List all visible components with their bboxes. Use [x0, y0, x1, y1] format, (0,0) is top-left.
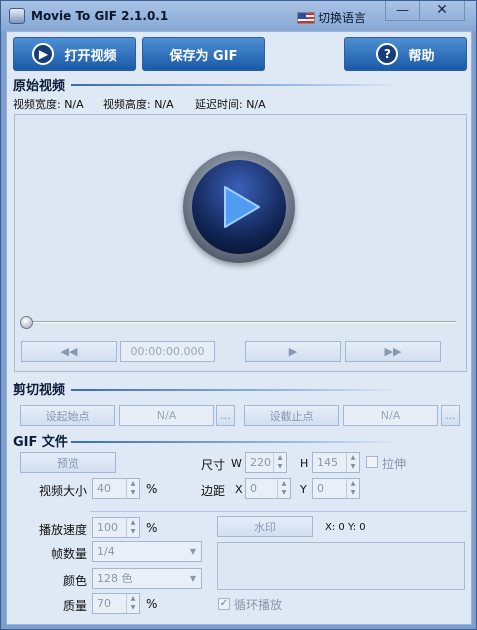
app-icon [9, 8, 25, 24]
main-panel: ▶ 打开视频 保存为 GIF ? 帮助 原始视频 视频宽度: N/A 视频高度: N… [6, 31, 472, 625]
width-label: W [231, 457, 242, 470]
margin-x-input[interactable]: 0 ▲ ▼ [245, 478, 291, 499]
save-gif-label: 保存为 GIF [169, 48, 238, 64]
section-divider [71, 441, 401, 443]
speed-input[interactable]: 100 ▲ ▼ [92, 517, 140, 538]
window-title: Movie To GIF 2.1.0.1 [31, 9, 169, 23]
set-end-button[interactable]: 设截止点 [244, 405, 339, 426]
us-flag-icon [297, 12, 315, 24]
start-more-button[interactable]: ... [216, 405, 235, 426]
spin-arrows-icon[interactable]: ▲ ▼ [277, 479, 290, 498]
save-gif-button[interactable]: 保存为 GIF [142, 37, 265, 71]
watermark-preview [217, 542, 465, 590]
color-select[interactable]: 128 色 ▼ [92, 568, 202, 589]
seek-thumb[interactable] [20, 316, 33, 329]
color-value: 128 色 [97, 572, 133, 585]
close-button[interactable]: ✕ [419, 1, 465, 21]
margin-x-label: X [235, 483, 243, 496]
title-bar: Movie To GIF 2.1.0.1 切换语言 — ✕ [1, 1, 476, 31]
speed-label: 播放速度 [39, 523, 88, 537]
margin-y-value: 0 [317, 482, 324, 495]
separator [90, 511, 467, 512]
start-point-value: N/A [119, 405, 214, 426]
spin-arrows-icon[interactable]: ▲ ▼ [346, 453, 359, 472]
switch-language-button[interactable]: 切换语言 [297, 9, 366, 26]
height-input[interactable]: 145 ▲ ▼ [312, 452, 360, 473]
big-play-button[interactable] [183, 151, 295, 263]
forward-button[interactable]: ▶▶ [345, 341, 441, 362]
watermark-button[interactable]: 水印 [217, 516, 313, 537]
frames-select[interactable]: 1/4 ▼ [92, 541, 202, 562]
minimize-button[interactable]: — [385, 1, 419, 21]
spin-arrows-icon[interactable]: ▲ ▼ [346, 479, 359, 498]
gif-section-title: GIF 文件 [13, 435, 68, 450]
margin-y-label: Y [300, 483, 307, 496]
width-value: 220 [250, 456, 271, 469]
video-size-label: 视频大小 [39, 484, 88, 498]
play-button[interactable]: ▶ [245, 341, 341, 362]
help-icon: ? [376, 43, 399, 65]
section-divider [71, 84, 401, 86]
margin-y-input[interactable]: 0 ▲ ▼ [312, 478, 360, 499]
quality-label: 质量 [63, 599, 88, 613]
percent-label: % [146, 482, 158, 496]
video-player: ◀◀ 00:00:00.000 ▶ ▶▶ [14, 114, 467, 372]
frames-value: 1/4 [97, 545, 115, 558]
set-start-button[interactable]: 设起始点 [20, 405, 115, 426]
size-label: 尺寸 [201, 458, 226, 472]
stretch-checkbox[interactable] [366, 456, 378, 468]
open-video-button[interactable]: ▶ 打开视频 [13, 37, 136, 71]
quality-percent-label: % [146, 597, 158, 611]
speed-percent-label: % [146, 521, 158, 535]
time-display: 00:00:00.000 [120, 341, 215, 362]
rewind-button[interactable]: ◀◀ [21, 341, 117, 362]
chevron-down-icon: ▼ [189, 547, 196, 556]
spin-arrows-icon[interactable]: ▲ ▼ [126, 479, 139, 498]
open-video-label: 打开视频 [64, 48, 117, 64]
watermark-coords: X: 0 Y: 0 [325, 522, 366, 533]
loop-label: 循环播放 [234, 598, 283, 612]
height-label: H [300, 457, 309, 470]
margin-label: 边距 [201, 484, 226, 498]
video-size-input[interactable]: 40 ▲ ▼ [92, 478, 140, 499]
help-button[interactable]: ? 帮助 [344, 37, 467, 71]
play-icon: ▶ [32, 43, 55, 65]
switch-language-label: 切换语言 [318, 11, 367, 25]
stretch-label: 拉伸 [382, 457, 407, 471]
color-label: 颜色 [63, 574, 88, 588]
spin-arrows-icon[interactable]: ▲ ▼ [126, 518, 139, 537]
width-input[interactable]: 220 ▲ ▼ [245, 452, 287, 473]
source-section-title: 原始视频 [13, 79, 66, 94]
quality-input[interactable]: 70 ▲ ▼ [92, 593, 140, 614]
preview-button[interactable]: 预览 [20, 452, 116, 473]
margin-x-value: 0 [250, 482, 257, 495]
spin-arrows-icon[interactable]: ▲ ▼ [126, 594, 139, 613]
frames-label: 帧数量 [51, 547, 88, 561]
play-icon [192, 160, 286, 254]
chevron-down-icon: ▼ [189, 574, 196, 583]
spin-arrows-icon[interactable]: ▲ ▼ [273, 453, 286, 472]
seek-track[interactable] [23, 321, 456, 323]
quality-value: 70 [97, 597, 111, 610]
delay-time-label: 延迟时间: N/A [195, 98, 266, 111]
cut-section-title: 剪切视频 [13, 383, 66, 398]
video-width-label: 视频宽度: N/A [13, 98, 84, 111]
video-size-value: 40 [97, 482, 111, 495]
speed-value: 100 [97, 521, 118, 534]
height-value: 145 [317, 456, 338, 469]
video-height-label: 视频高度: N/A [103, 98, 174, 111]
end-point-value: N/A [343, 405, 438, 426]
end-more-button[interactable]: ... [441, 405, 460, 426]
loop-checkbox[interactable]: ✓ [218, 598, 230, 610]
app-window: Movie To GIF 2.1.0.1 切换语言 — ✕ ▶ 打开视频 保存为 … [0, 0, 477, 630]
help-label: 帮助 [408, 48, 435, 64]
section-divider [71, 389, 401, 391]
